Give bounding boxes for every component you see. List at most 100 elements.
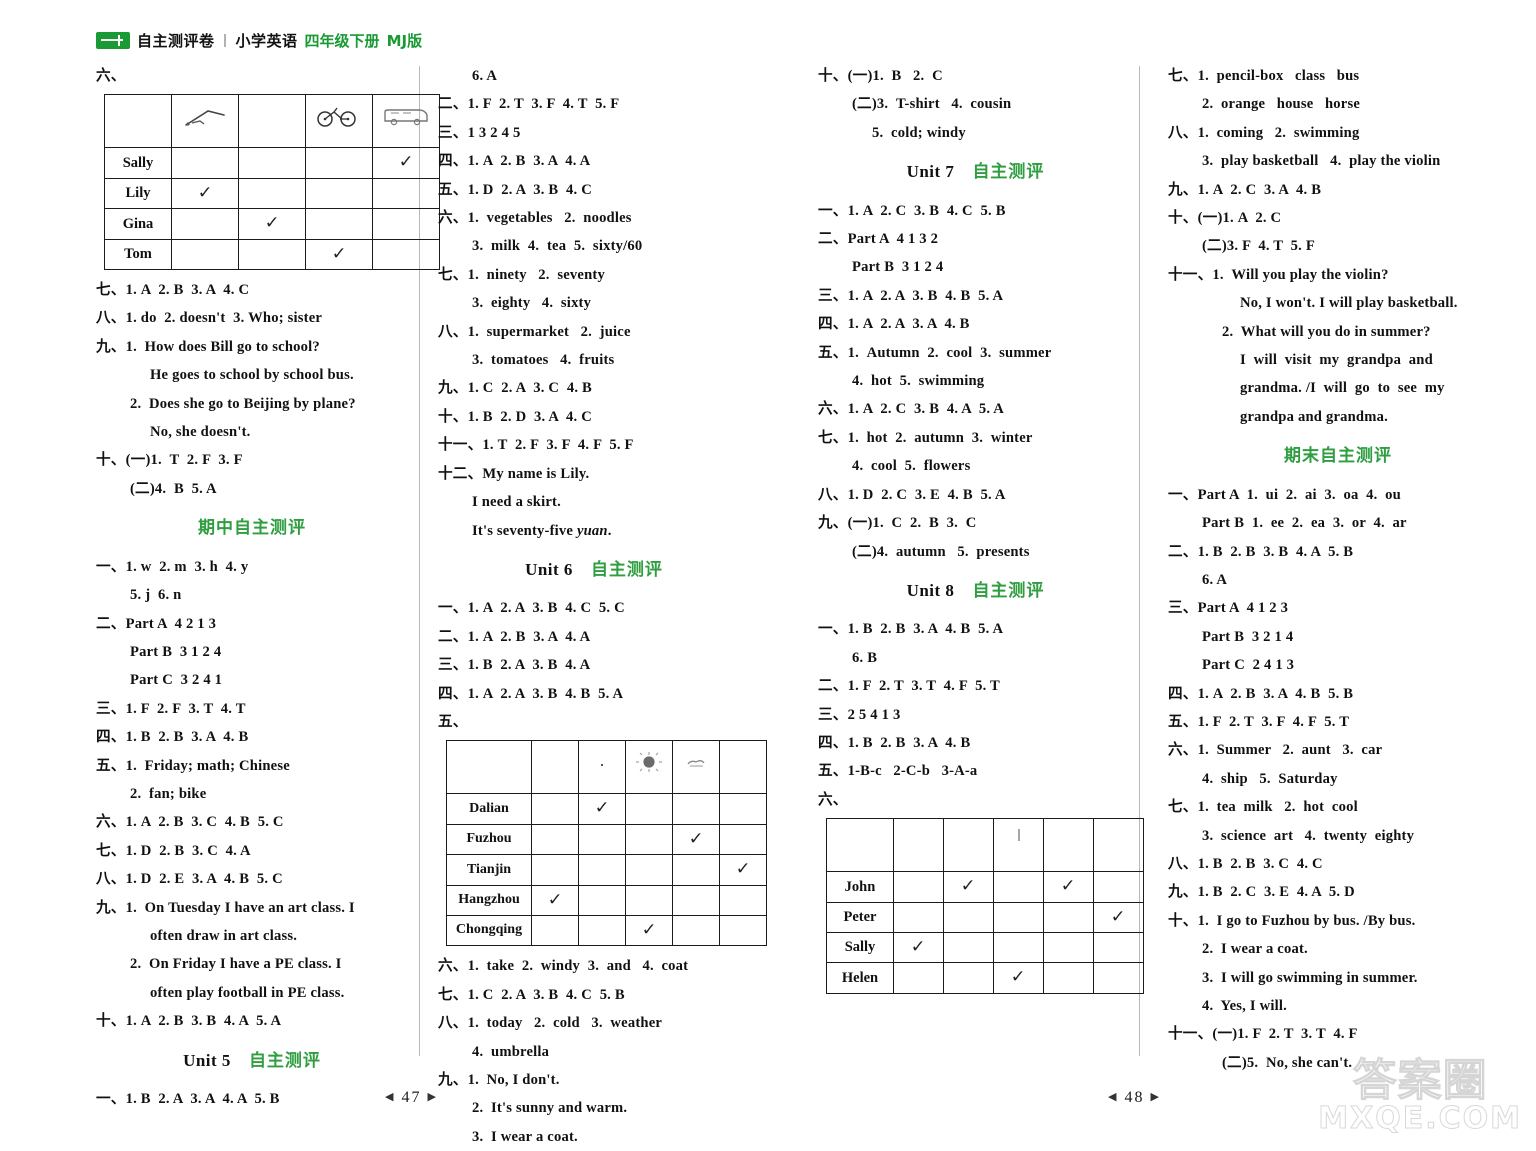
table-header-cell bbox=[943, 818, 994, 873]
answer-line: 九、1. On Tuesday I have an art class. I bbox=[96, 899, 355, 916]
answer-line: 十一、1. T 2. F 3. F 4. F 5. F bbox=[438, 437, 634, 454]
table-cell-empty bbox=[531, 823, 579, 856]
answer-line: 五、1. D 2. A 3. B 4. C bbox=[438, 181, 592, 198]
checkmark-icon: ✓ bbox=[961, 876, 976, 897]
table-cell-checked: ✓ bbox=[305, 238, 373, 271]
checkmark-icon: ✓ bbox=[911, 936, 926, 957]
table-row: Dalian ✓ bbox=[446, 793, 767, 825]
answer-line: 一、Part A 1. ui 2. ai 3. oa 4. ou bbox=[1168, 486, 1401, 503]
header-title: 自主测评卷 bbox=[137, 32, 215, 50]
checkmark-icon: ✓ bbox=[197, 182, 213, 203]
table-cell-empty bbox=[1093, 871, 1144, 903]
answer-line: 三、1. B 2. A 3. B 4. A bbox=[438, 657, 591, 674]
section-heading: Unit 5 自主测评 bbox=[96, 1036, 408, 1085]
table-cell-empty bbox=[672, 854, 720, 886]
answer-line: grandma. /I will go to see my bbox=[1240, 380, 1445, 397]
answer-line: 六、1. A 2. C 3. B 4. A 5. A bbox=[818, 401, 1005, 418]
table-cell-empty bbox=[893, 962, 944, 994]
table-cell-checked: ✓ bbox=[1043, 871, 1094, 903]
table-row: Peter ✓ bbox=[826, 901, 1144, 933]
table-row-name: Dalian bbox=[446, 793, 532, 825]
answer-line: 九、1. C 2. A 3. C 4. B bbox=[438, 380, 592, 397]
table-cell-empty bbox=[719, 884, 767, 916]
sun-icon bbox=[625, 740, 673, 795]
answer-line: 八、1. do 2. doesn't 3. Who; sister bbox=[96, 310, 323, 327]
table-header-cell bbox=[104, 94, 172, 149]
answer-line: 四、1. A 2. A 3. A 4. B bbox=[818, 316, 970, 333]
table-cell-empty bbox=[305, 208, 373, 240]
table-row-name: Gina bbox=[104, 208, 172, 240]
table-header-row bbox=[104, 94, 440, 149]
answer-line: 3. milk 4. tea 5. sixty/60 bbox=[472, 238, 643, 255]
table-row-name: John bbox=[826, 871, 894, 903]
table-cell-empty bbox=[238, 147, 306, 179]
table-header-cell bbox=[1043, 818, 1094, 873]
answer-line: 三、1. F 2. F 3. T 4. T bbox=[96, 700, 246, 717]
table-cell-empty bbox=[531, 793, 579, 825]
answer-line: 二、1. F 2. T 3. T 4. F 5. T bbox=[818, 678, 1000, 695]
section-heading-cn: 期末自主测评 bbox=[1284, 446, 1392, 467]
table-header-cell bbox=[893, 818, 944, 873]
answer-line: 十一、1. Will you play the violin? bbox=[1168, 266, 1389, 283]
table-cell-empty bbox=[578, 854, 626, 886]
table-row-name: Lily bbox=[104, 177, 172, 210]
section-label: 六、 bbox=[818, 791, 848, 808]
answer-line: 六、1. A 2. B 3. C 4. B 5. C bbox=[96, 814, 284, 831]
table-cell-empty bbox=[305, 147, 373, 179]
table-row-name: Hangzhou bbox=[446, 884, 532, 916]
answer-line: 八、1. B 2. B 3. C 4. C bbox=[1168, 855, 1323, 872]
answer-line: 6. A bbox=[472, 68, 498, 84]
section-label: 五、 bbox=[438, 713, 468, 730]
answer-line: No, I won't. I will play basketball. bbox=[1240, 295, 1458, 312]
section-heading-cn: 期中自主测评 bbox=[198, 518, 306, 539]
answer-line: Part C 3 2 4 1 bbox=[130, 672, 223, 689]
answer-line: (二)3. F 4. T 5. F bbox=[1202, 238, 1315, 255]
table-row: Chongqing ✓ bbox=[446, 914, 767, 947]
table-cell-empty bbox=[672, 884, 720, 916]
table-row-name: Chongqing bbox=[446, 914, 532, 947]
publisher-logo-icon bbox=[96, 32, 130, 49]
table-cell-checked: ✓ bbox=[993, 962, 1044, 994]
answer-line: (二)5. No, she can't. bbox=[1222, 1054, 1353, 1071]
weather-city-table: Dalian ✓ Fuzhou ✓ Tianjin ✓ Hangzhou ✓ Chongqing… bbox=[446, 740, 767, 947]
table-cell-checked: ✓ bbox=[578, 793, 626, 825]
checkmark-icon: ✓ bbox=[1111, 906, 1126, 927]
section-heading: 期中自主测评 bbox=[96, 503, 408, 552]
section-heading-en: Unit 8 bbox=[906, 580, 955, 600]
answer-line: 七、1. hot 2. autumn 3. winter bbox=[818, 429, 1033, 446]
answer-line: 八、1. D 2. C 3. E 4. B 5. A bbox=[818, 486, 1006, 503]
table-row-name: Sally bbox=[104, 147, 172, 179]
table-cell-checked: ✓ bbox=[171, 177, 239, 210]
table-cell-empty bbox=[578, 914, 626, 947]
answer-line: 十二、My name is Lily. bbox=[438, 465, 590, 482]
answer-line: 七、1. pencil-box class bus bbox=[1168, 68, 1360, 84]
answer-line: 6. B bbox=[852, 649, 878, 666]
answer-line: 二、1. A 2. B 3. A 4. A bbox=[438, 628, 591, 645]
section-heading-en: Unit 5 bbox=[183, 1050, 231, 1070]
page-arrow-left-icon: ◀ bbox=[385, 1091, 396, 1103]
answer-line: 3. play basketball 4. play the violin bbox=[1202, 153, 1441, 170]
answer-line: 十、(一)1. T 2. F 3. F bbox=[96, 452, 243, 469]
answer-line: grandpa and grandma. bbox=[1240, 408, 1388, 425]
answer-line: 一、1. A 2. A 3. B 4. C 5. C bbox=[438, 600, 625, 617]
section-heading-cn: 自主测评 bbox=[248, 1050, 321, 1071]
table-cell-checked: ✓ bbox=[531, 884, 579, 916]
table-cell-empty bbox=[672, 793, 720, 825]
section-heading-cn: 自主测评 bbox=[972, 580, 1045, 601]
table-row: Tianjin ✓ bbox=[446, 854, 767, 886]
answer-line: I will visit my grandpa and bbox=[1240, 352, 1433, 369]
table-cell-empty bbox=[238, 177, 306, 210]
answer-line: 一、1. w 2. m 3. h 4. y bbox=[96, 558, 249, 575]
answer-line: 三、Part A 4 1 2 3 bbox=[1168, 600, 1289, 617]
table-header-cell bbox=[1093, 818, 1144, 873]
mark-icon bbox=[1017, 828, 1020, 841]
table-header-row bbox=[446, 740, 767, 795]
table-row-name: Tom bbox=[104, 238, 172, 271]
table-cell-empty bbox=[531, 854, 579, 886]
page-arrow-right-icon-2: ▶ bbox=[1150, 1091, 1161, 1103]
header-edition: MJ版 bbox=[386, 32, 423, 50]
activity-people-table: John ✓ ✓ Peter ✓ Sally ✓ Helen ✓ bbox=[826, 818, 1144, 994]
table-header-row bbox=[826, 818, 1144, 873]
checkmark-icon: ✓ bbox=[547, 889, 563, 910]
answer-line: 七、1. C 2. A 3. B 4. C 5. B bbox=[438, 986, 625, 1003]
